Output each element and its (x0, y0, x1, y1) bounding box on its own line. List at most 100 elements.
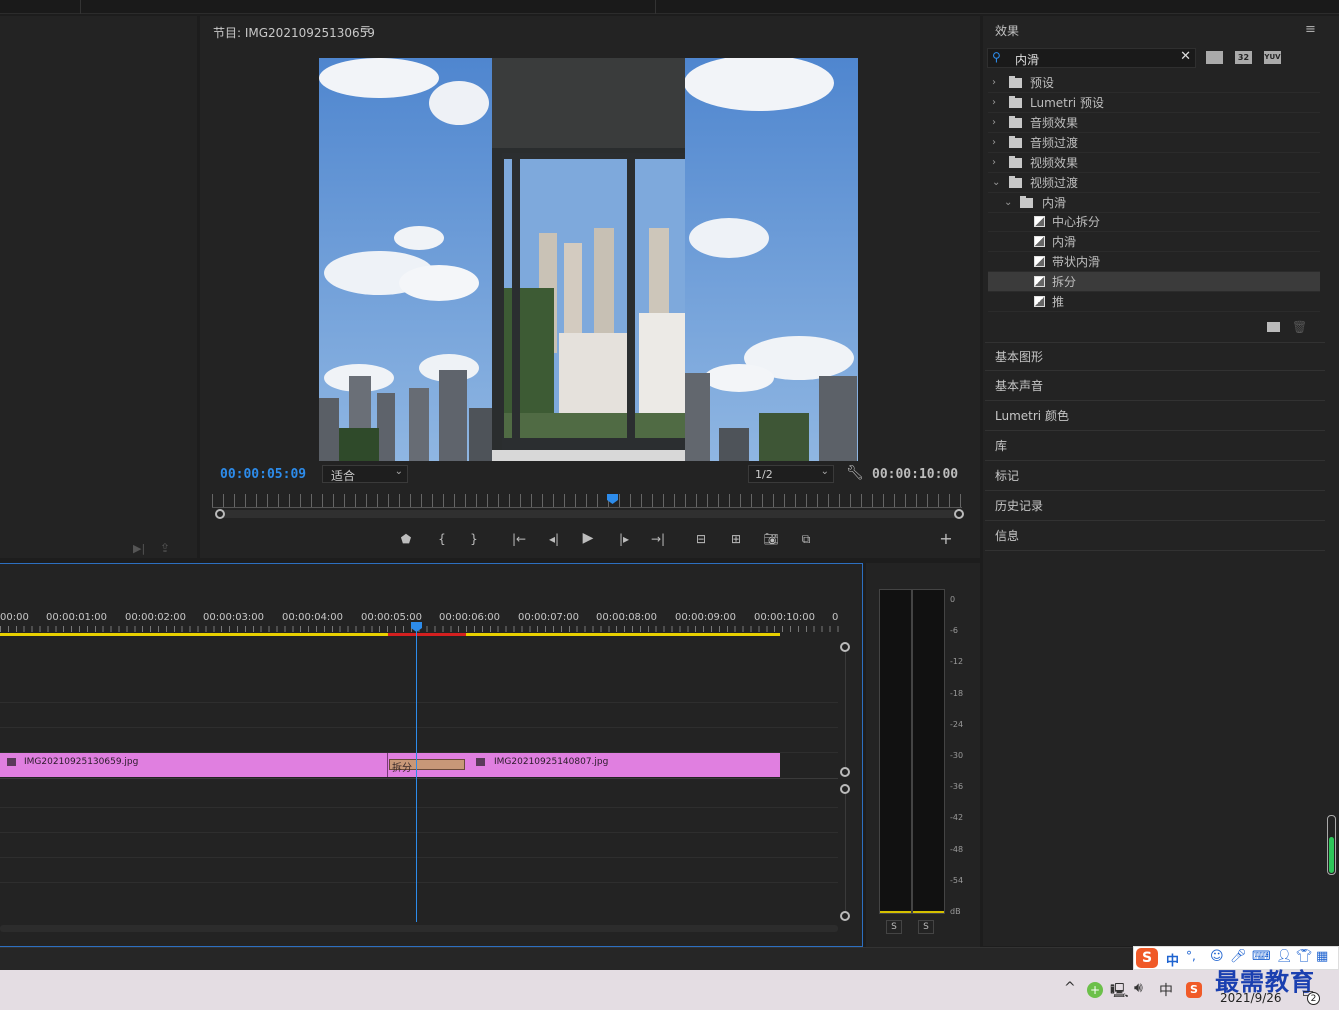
chevron-down-icon: ⌄ (1004, 197, 1013, 208)
ime-mode-label[interactable]: 中 (1166, 950, 1179, 969)
fit-dropdown[interactable]: 适合 ⌄ (322, 465, 408, 483)
audio-meter-channel (879, 589, 912, 914)
step-back-button[interactable]: ◂| (543, 530, 565, 548)
transition-clip[interactable]: 拆分 (388, 753, 466, 777)
32bit-icon[interactable]: 32 (1235, 51, 1252, 64)
section-info[interactable]: 信息 (985, 522, 1325, 551)
play-button[interactable]: ▶ (577, 529, 599, 547)
scroll-handle-right[interactable] (954, 509, 964, 519)
network-icon[interactable]: 🖳︎ (1110, 980, 1129, 1004)
timeline-clip[interactable]: IMG20210925140807.jpg (466, 753, 780, 777)
compare-view-button[interactable]: ⧉ (795, 530, 817, 548)
lift-button[interactable]: ⊟ (690, 530, 712, 548)
mark-in-button[interactable]: { (431, 530, 453, 548)
yuv-icon[interactable]: YUV (1264, 51, 1281, 64)
db-scale-label: -24 (950, 719, 964, 729)
section-history[interactable]: 历史记录 (985, 492, 1325, 521)
trash-icon[interactable]: 🗑︎ (1292, 320, 1307, 334)
timeline-horizontal-scrollbar[interactable] (0, 925, 838, 932)
tree-item-audio-transitions[interactable]: › 音频过渡 (988, 133, 1320, 153)
tree-item-audio-effects[interactable]: › 音频效果 (988, 113, 1320, 133)
tree-item-label: 内滑 (1042, 196, 1067, 210)
effects-search-input[interactable]: 内滑 (1015, 51, 1039, 68)
language-indicator[interactable]: 中 (1159, 980, 1173, 1000)
section-essential-sound[interactable]: 基本声音 (985, 372, 1325, 401)
scroll-handle-left[interactable] (215, 509, 225, 519)
clear-search-icon[interactable]: ✕ (1180, 49, 1191, 64)
transition-effect-icon (1034, 236, 1045, 247)
track-scroll-handle[interactable] (840, 911, 850, 921)
track-divider (0, 702, 838, 703)
solo-button-right[interactable]: S (918, 920, 934, 934)
ruler-label: 00:00:02:00 (125, 612, 187, 623)
preset-folder-icon (1009, 96, 1022, 108)
ruler-label: 00:00:07:00 (518, 612, 580, 623)
watermark-logo: 最需教育 (1215, 967, 1315, 996)
tree-item-push[interactable]: 推 (988, 292, 1320, 312)
tree-item-split[interactable]: 拆分 (988, 272, 1320, 292)
go-to-out-button[interactable]: →| (647, 530, 669, 548)
new-bin-icon[interactable] (1267, 322, 1280, 332)
grid-menu-icon[interactable]: ▦ (1316, 949, 1328, 964)
search-icon: ⚲ (992, 50, 1001, 64)
tree-item-label: 带状内滑 (1052, 255, 1101, 269)
current-timecode[interactable]: 00:00:05:09 (220, 467, 306, 482)
tree-item-slide-folder[interactable]: ⌄ 内滑 (988, 193, 1320, 213)
tree-item-video-effects[interactable]: › 视频效果 (988, 153, 1320, 173)
volume-slider[interactable] (1327, 815, 1336, 875)
top-divider (655, 0, 656, 14)
tree-item-slide[interactable]: 内滑 (988, 232, 1320, 252)
track-divider (0, 832, 838, 833)
meter-peak-line (880, 911, 911, 913)
tree-item-presets[interactable]: › 预设 (988, 73, 1320, 93)
tree-item-center-split[interactable]: 中心拆分 (988, 212, 1320, 232)
track-scroll-handle[interactable] (840, 642, 850, 652)
resolution-dropdown[interactable]: 1/2 ⌄ (748, 465, 834, 483)
tree-item-lumetri-presets[interactable]: › Lumetri 预设 (988, 93, 1320, 113)
section-markers[interactable]: 标记 (985, 462, 1325, 491)
render-bar-yellow (0, 633, 388, 636)
zoom-scrollbar[interactable] (218, 510, 960, 518)
chevron-right-icon: › (992, 157, 996, 168)
sogou-tray-icon[interactable]: S (1186, 982, 1202, 998)
effects-panel-title[interactable]: 效果 (995, 22, 1019, 39)
tree-item-band-slide[interactable]: 带状内滑 (988, 252, 1320, 272)
punctuation-icon[interactable]: °, (1186, 949, 1196, 963)
wrench-icon[interactable]: 🔧︎ (846, 465, 864, 481)
effects-panel-menu-icon[interactable]: ≡ (1305, 22, 1316, 37)
track-scroll-handle[interactable] (840, 784, 850, 794)
program-monitor-title[interactable]: 节目: IMG20210925130659 (213, 24, 375, 41)
add-button[interactable]: + (935, 530, 957, 548)
program-monitor-menu-icon[interactable]: ≡ (360, 22, 371, 37)
meter-peak-line (913, 911, 944, 913)
timeline-clip[interactable]: IMG20210925130659.jpg (0, 753, 388, 777)
image-clip-icon (7, 758, 16, 766)
mark-out-button[interactable]: } (463, 530, 485, 548)
chevron-up-icon[interactable]: ^ (1064, 980, 1076, 996)
360-security-icon[interactable]: + (1087, 982, 1103, 998)
go-to-in-button[interactable]: |← (508, 530, 530, 548)
step-forward-button[interactable]: |▸ (613, 530, 635, 548)
render-bar-yellow (466, 633, 780, 636)
volume-icon[interactable]: 🔊︎ (1134, 980, 1143, 996)
section-lumetri-color[interactable]: Lumetri 颜色 (985, 402, 1325, 431)
extract-button[interactable]: ⊞ (725, 530, 747, 548)
transition-effect-icon (1034, 296, 1045, 307)
insert-icon[interactable]: ⇪ (160, 541, 170, 555)
track-divider (0, 778, 838, 779)
monitor-time-ruler[interactable] (212, 494, 962, 508)
effects-search-field[interactable]: ⚲ 内滑 ✕ (987, 48, 1196, 68)
transition-effect-icon (1034, 276, 1045, 287)
accelerated-effects-icon[interactable] (1206, 51, 1223, 64)
tree-item-video-transitions[interactable]: ⌄ 视频过渡 (988, 173, 1320, 193)
db-scale-label: -36 (950, 782, 964, 792)
export-frame-icon[interactable]: ▶| (133, 542, 145, 555)
tree-item-label: 音频效果 (1030, 116, 1079, 130)
chevron-right-icon: › (992, 77, 996, 88)
section-essential-graphics[interactable]: 基本图形 (985, 342, 1325, 371)
camera-icon[interactable]: 📷︎ (760, 530, 782, 548)
add-marker-button[interactable]: ⬟ (395, 530, 417, 548)
track-scroll-handle[interactable] (840, 767, 850, 777)
solo-button-left[interactable]: S (886, 920, 902, 934)
section-libraries[interactable]: 库 (985, 432, 1325, 461)
